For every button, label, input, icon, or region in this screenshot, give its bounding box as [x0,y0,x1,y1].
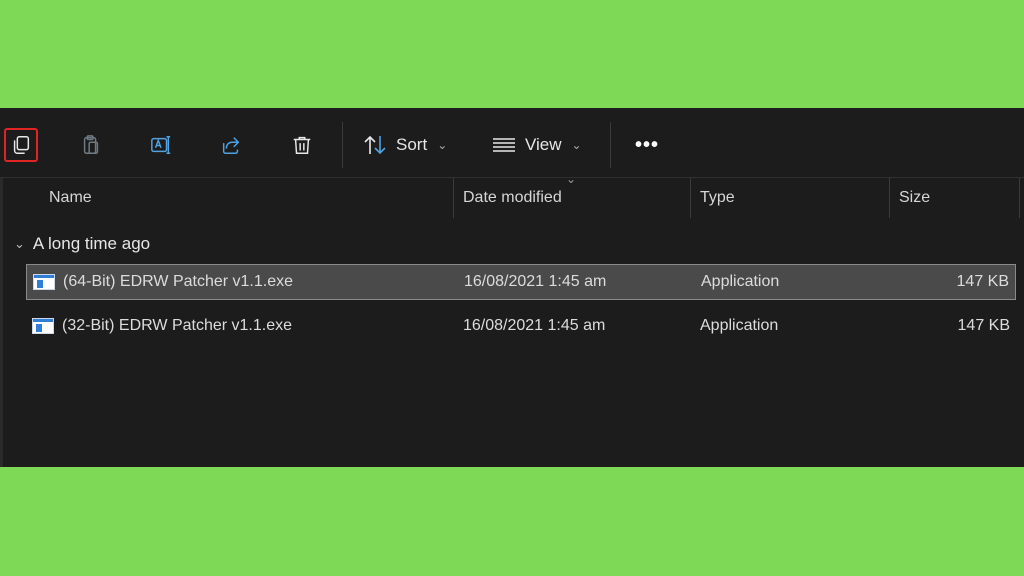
file-date: 16/08/2021 1:45 am [463,317,606,334]
toolbar-separator [342,122,343,168]
file-date: 16/08/2021 1:45 am [464,273,607,290]
sort-label: Sort [396,135,428,154]
chevron-down-icon: ⌄ [571,138,582,152]
paste-icon [83,135,99,154]
share-icon [222,137,240,154]
sort-icon [364,135,386,155]
file-row[interactable]: (64-Bit) EDRW Patcher v1.1.exe 16/08/202… [26,264,1016,300]
file-size: 147 KB [956,273,1009,290]
group-label: A long time ago [32,234,151,253]
more-options-button[interactable]: ••• [632,128,662,162]
share-button[interactable] [214,128,248,162]
file-name: (32-Bit) EDRW Patcher v1.1.exe [62,317,293,334]
view-button[interactable]: View ⌄ [491,128,582,162]
copy-icon [13,136,30,154]
column-divider[interactable] [889,178,890,218]
paste-button[interactable] [74,128,108,162]
column-header-date-modified[interactable]: Date modified [463,178,562,218]
sort-button[interactable]: Sort ⌄ [362,128,447,162]
view-label: View [525,135,562,154]
column-header-size[interactable]: Size [899,178,930,218]
chevron-down-icon: ⌄ [437,138,448,152]
chevron-down-icon: ⌄ [14,236,25,251]
file-type: Application [700,317,779,334]
group-header[interactable]: ⌄ A long time ago [14,232,150,256]
column-divider[interactable] [1019,178,1020,218]
column-header-type[interactable]: Type [700,178,735,218]
copy-button[interactable] [4,128,38,162]
sort-indicator-icon: ⌄ [566,172,577,186]
rename-icon [151,136,171,154]
file-name: (64-Bit) EDRW Patcher v1.1.exe [63,273,294,290]
command-bar: Sort ⌄ View ⌄ ••• [0,108,1024,178]
file-name-cell: (64-Bit) EDRW Patcher v1.1.exe [33,265,293,299]
column-divider[interactable] [690,178,691,218]
application-icon [33,274,55,290]
application-icon [32,318,54,334]
delete-button[interactable] [285,128,319,162]
file-type: Application [701,273,780,290]
view-list-icon [493,138,515,152]
file-size: 147 KB [957,317,1010,334]
column-header-name[interactable]: Name [49,178,92,218]
rename-button[interactable] [144,128,178,162]
delete-icon [293,136,311,154]
file-name-cell: (32-Bit) EDRW Patcher v1.1.exe [32,308,292,344]
column-divider[interactable] [453,178,454,218]
file-row[interactable]: (32-Bit) EDRW Patcher v1.1.exe 16/08/202… [26,308,1016,344]
toolbar-separator [610,122,611,168]
navigation-pane-edge [0,178,3,467]
file-explorer-window: Sort ⌄ View ⌄ ••• Name ⌄ Date modified T… [0,108,1024,467]
